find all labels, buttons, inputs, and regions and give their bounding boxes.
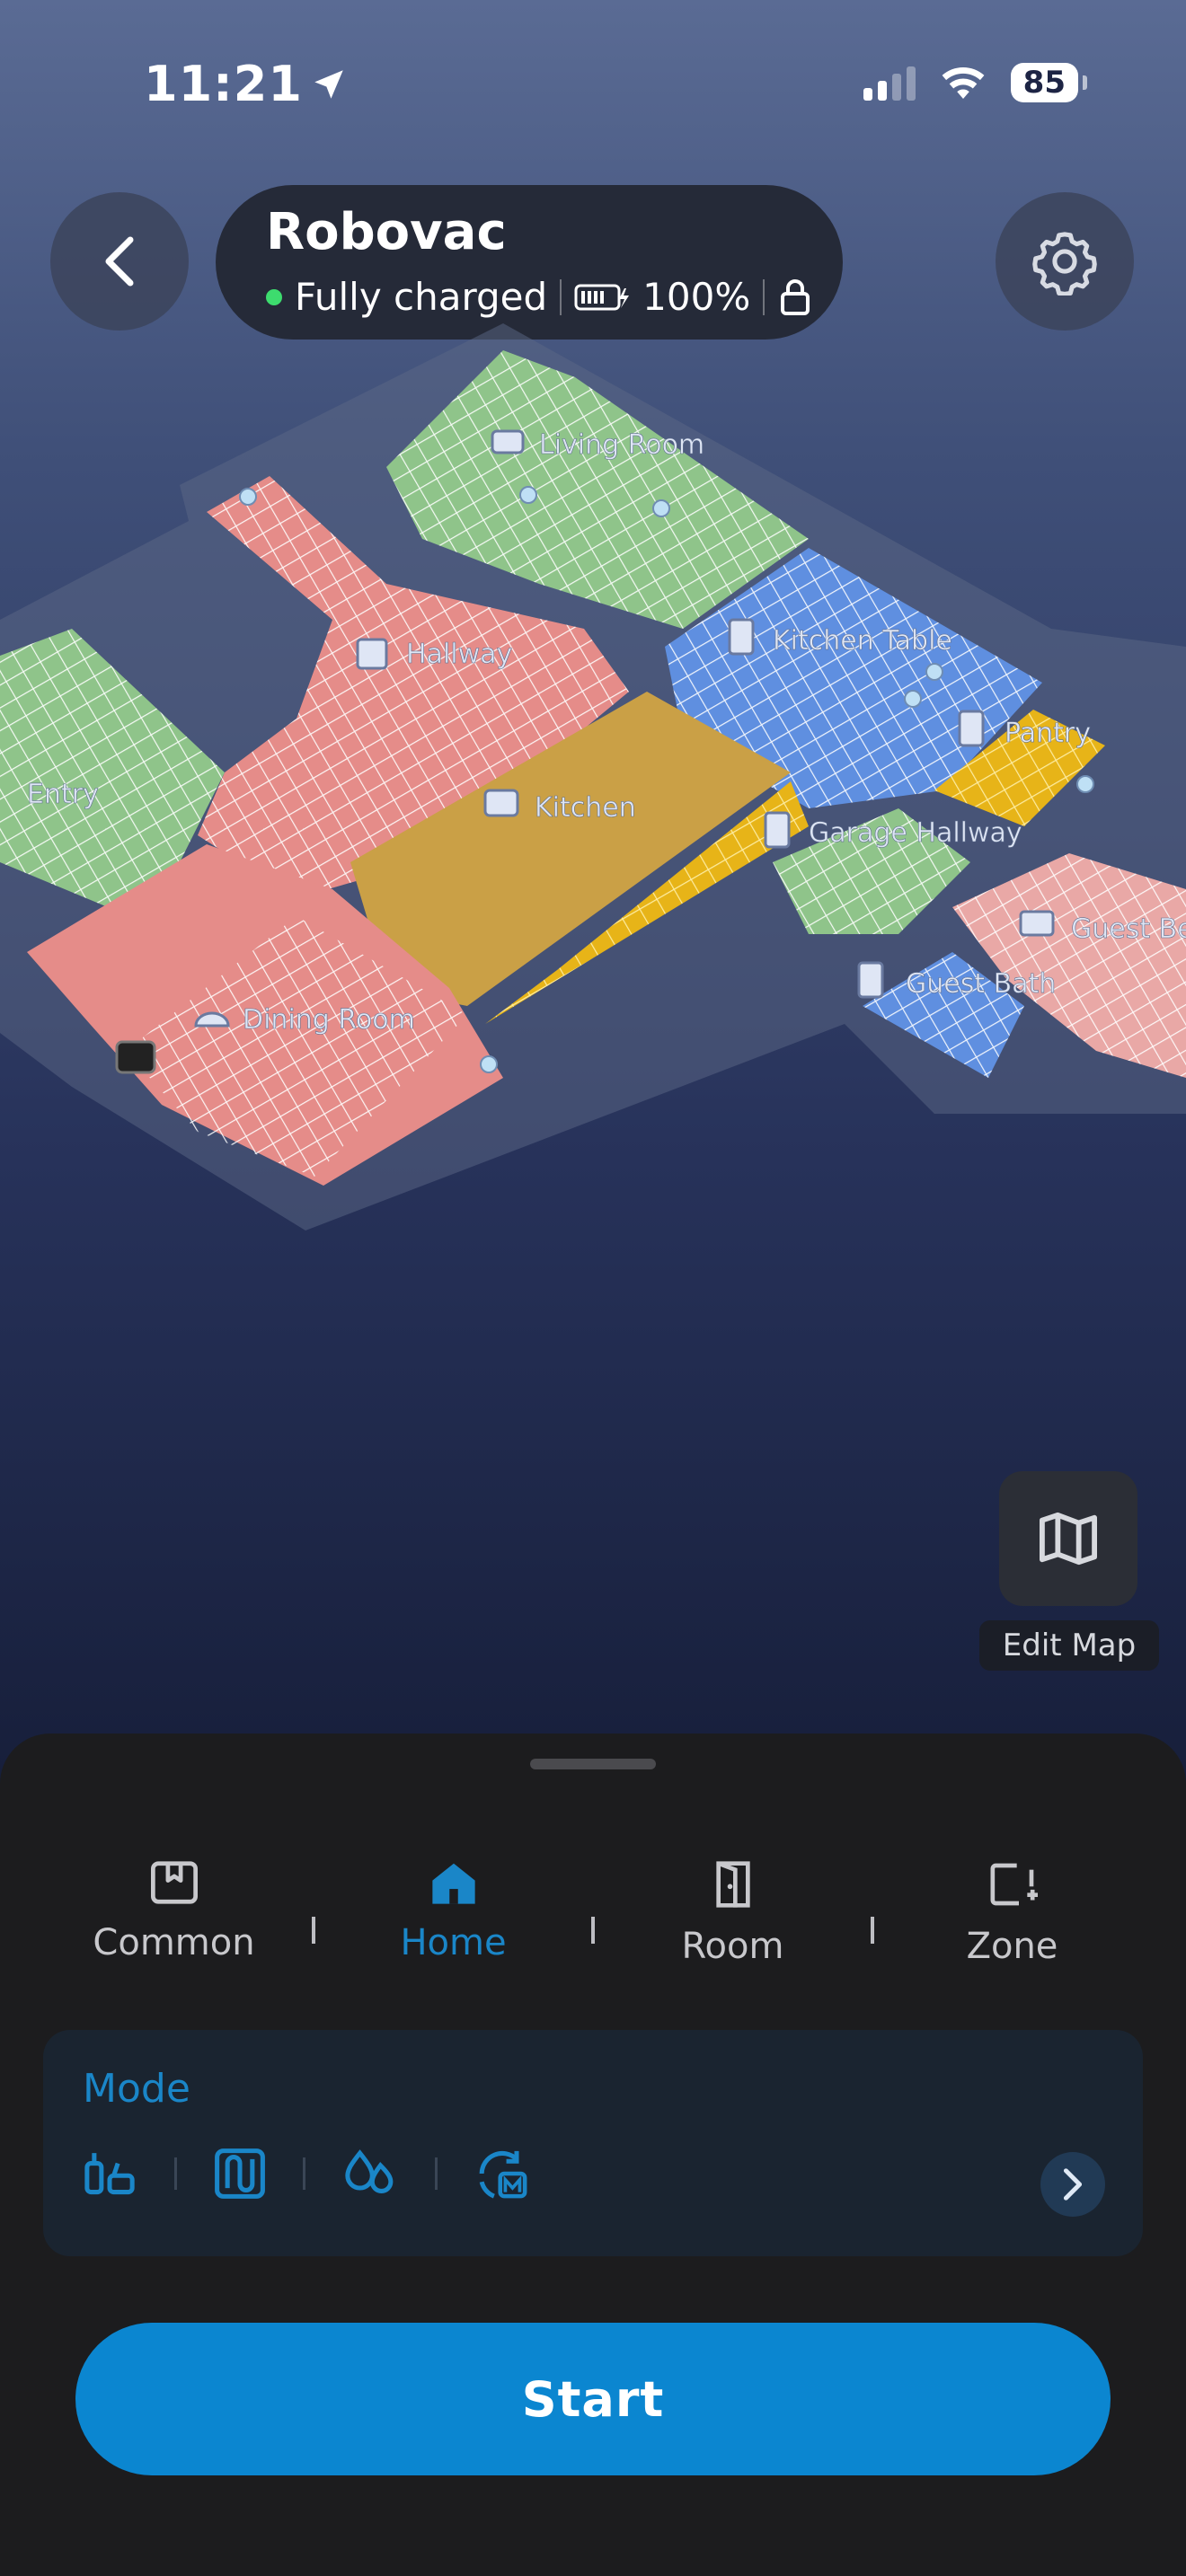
start-button[interactable]: Start [75, 2323, 1111, 2475]
edit-map-label[interactable]: Edit Map [979, 1620, 1159, 1671]
room-label-kitchen: Kitchen [535, 792, 636, 824]
map-pin-icon [652, 499, 670, 517]
floor-map[interactable]: Living Room Hallway Kitchen Table Pantry… [0, 323, 1186, 1257]
sofa-icon [491, 429, 525, 454]
back-button[interactable] [50, 192, 189, 331]
map-pin-icon [239, 488, 257, 506]
tab-label: Zone [966, 1926, 1058, 1967]
map-pin-icon [1076, 775, 1094, 793]
divider [560, 278, 562, 315]
map-pin-icon [519, 486, 537, 504]
map-pin-icon [925, 663, 943, 681]
room-label-guest-bedroom: Guest Be [1071, 913, 1186, 945]
status-dot [266, 288, 282, 305]
mop-mode-icon[interactable] [474, 2145, 531, 2202]
wifi-icon [942, 66, 985, 99]
mode-divider [435, 2157, 438, 2190]
room-label-living-room: Living Room [539, 429, 704, 461]
zone-add-icon [990, 1863, 1038, 1906]
room-label-guest-bath: Guest Bath [906, 968, 1056, 1000]
room-label-garage-hallway: Garage Hallway [809, 817, 1022, 849]
clean-mode-tabs: Common Home Room Zone [36, 1859, 1150, 2012]
control-sheet: Common Home Room Zone Mode Start [0, 1734, 1186, 2576]
door-icon [958, 710, 985, 747]
tab-label: Common [93, 1922, 255, 1963]
location-arrow-icon [314, 69, 343, 99]
device-name: Robovac [266, 203, 507, 261]
door-icon [728, 618, 755, 656]
mode-detail-button[interactable] [1040, 2152, 1105, 2217]
tab-zone[interactable]: Zone [874, 1859, 1150, 1967]
pot-icon [483, 789, 519, 817]
hallway-icon [356, 638, 388, 670]
bookmark-icon [150, 1861, 198, 1904]
room-label-dining-room: Dining Room [243, 1004, 415, 1036]
chevron-left-icon [105, 236, 134, 287]
battery-percent: 100% [642, 275, 751, 319]
home-icon [431, 1863, 475, 1904]
clock-text: 11:21 [144, 56, 303, 112]
charging-dock-icon [115, 1040, 156, 1074]
tab-common[interactable]: Common [36, 1859, 312, 1963]
device-status-row: Fully charged 100% [266, 275, 813, 319]
sheet-drag-handle[interactable] [530, 1759, 656, 1769]
door-icon [857, 961, 884, 999]
lock-icon[interactable] [777, 278, 813, 317]
door-icon [764, 811, 791, 849]
water-level-icon[interactable] [341, 2147, 399, 2201]
map-pin-icon [904, 690, 922, 708]
suction-icon[interactable] [81, 2147, 138, 2201]
battery-indicator: 85 [1010, 63, 1088, 102]
floor-map-canvas[interactable]: Living Room Hallway Kitchen Table Pantry… [0, 323, 1186, 1257]
mode-divider [174, 2157, 177, 2190]
gear-icon [1032, 232, 1097, 296]
tab-room[interactable]: Room [595, 1859, 871, 1967]
room-label-pantry: Pantry [1005, 718, 1091, 749]
tab-label: Room [681, 1926, 784, 1967]
room-label-hallway: Hallway [406, 639, 512, 670]
mop-route-icon[interactable] [213, 2147, 267, 2201]
edit-map-button[interactable] [999, 1471, 1137, 1606]
room-label-entry: Entry [27, 779, 99, 810]
map-pin-icon [480, 1055, 498, 1073]
battery-charging-icon [574, 284, 630, 310]
chevron-right-icon [1063, 2168, 1083, 2201]
charge-status-text: Fully charged [295, 275, 548, 319]
mode-card[interactable]: Mode [43, 2030, 1143, 2256]
tab-home[interactable]: Home [315, 1859, 591, 1963]
device-status-pill[interactable]: Robovac Fully charged 100% [216, 185, 843, 340]
room-label-kitchen-table: Kitchen Table [773, 625, 952, 657]
bed-icon [1019, 910, 1055, 937]
cellular-signal-icon [863, 65, 916, 101]
tab-label: Home [400, 1922, 507, 1963]
settings-button[interactable] [996, 192, 1134, 331]
status-right: 85 [863, 63, 1088, 102]
door-icon [715, 1861, 750, 1908]
status-time: 11:21 [144, 56, 348, 112]
map-icon [1039, 1512, 1097, 1566]
divider [763, 278, 766, 315]
mode-icons-row [81, 2145, 531, 2202]
mode-title: Mode [83, 2066, 190, 2112]
mode-divider [303, 2157, 305, 2190]
